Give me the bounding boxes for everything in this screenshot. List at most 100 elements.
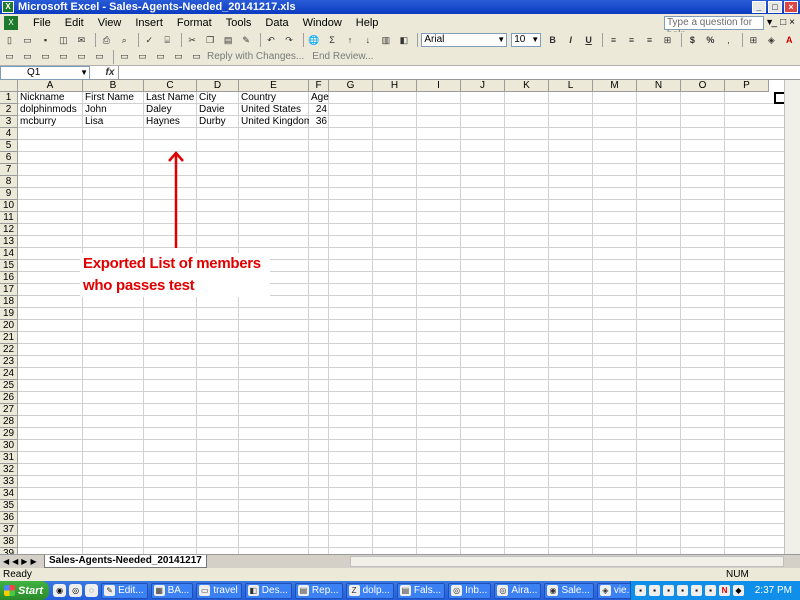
font-size-select[interactable]: 10 ▼ (511, 33, 542, 47)
review-icon[interactable]: ▭ (92, 50, 107, 64)
row-header-27[interactable]: 27 (0, 404, 18, 416)
column-header-e[interactable]: E (239, 80, 309, 92)
cell-c3[interactable]: Haynes (144, 116, 197, 128)
save-icon[interactable]: ▪ (38, 33, 53, 47)
cell-a3[interactable]: mcburry (18, 116, 83, 128)
menu-file[interactable]: File (26, 14, 58, 32)
row-header-1[interactable]: 1 (0, 92, 18, 104)
menu-data[interactable]: Data (258, 14, 295, 32)
chart-wizard-icon[interactable]: ▥ (378, 33, 393, 47)
row-header-11[interactable]: 11 (0, 212, 18, 224)
fill-color-icon[interactable]: ◈ (764, 33, 779, 47)
column-header-l[interactable]: L (549, 80, 593, 92)
row-header-18[interactable]: 18 (0, 296, 18, 308)
align-left-icon[interactable]: ≡ (606, 33, 621, 47)
sort-ascending-icon[interactable]: ↑ (342, 33, 357, 47)
review-icon[interactable]: ▭ (189, 50, 204, 64)
review-icon[interactable]: ▭ (153, 50, 168, 64)
row-header-13[interactable]: 13 (0, 236, 18, 248)
open-folder-icon[interactable]: ▭ (20, 33, 35, 47)
column-header-d[interactable]: D (197, 80, 239, 92)
comma-style-icon[interactable]: , (721, 33, 736, 47)
font-name-select[interactable]: Arial ▼ (421, 33, 508, 47)
taskbar-button[interactable]: ◎ Inb... (448, 582, 492, 599)
taskbar-button[interactable]: ◉ Sale... (544, 582, 594, 599)
taskbar-button[interactable]: ◎ Aira... (494, 582, 542, 599)
insert-function-icon[interactable]: fx (102, 67, 118, 78)
menu-window[interactable]: Window (296, 14, 349, 32)
cell-a1[interactable]: Nickname (18, 92, 83, 104)
select-all-corner[interactable] (0, 80, 18, 92)
column-header-o[interactable]: O (681, 80, 725, 92)
underline-button[interactable]: U (581, 33, 596, 47)
tray-icon[interactable]: ▪ (705, 585, 716, 596)
row-header-28[interactable]: 28 (0, 416, 18, 428)
maximize-button[interactable]: □ (768, 1, 782, 13)
row-header-25[interactable]: 25 (0, 380, 18, 392)
column-header-c[interactable]: C (144, 80, 197, 92)
close-button[interactable]: × (784, 1, 798, 13)
paste-icon[interactable]: ▤ (221, 33, 236, 47)
cell-b2[interactable]: John (83, 104, 144, 116)
sheet-navigation-arrows[interactable]: ◀◀▶▶ (0, 557, 44, 566)
taskbar-button[interactable]: ✎ Edit... (101, 582, 148, 599)
start-button[interactable]: Start (0, 581, 50, 600)
row-header-8[interactable]: 8 (0, 176, 18, 188)
column-header-j[interactable]: J (461, 80, 505, 92)
row-header-38[interactable]: 38 (0, 536, 18, 548)
horizontal-scrollbar[interactable] (350, 556, 784, 567)
cell-c1[interactable]: Last Name (144, 92, 197, 104)
minimize-button[interactable]: _ (752, 1, 766, 13)
copy-icon[interactable]: ❐ (203, 33, 218, 47)
column-header-k[interactable]: K (505, 80, 549, 92)
permission-icon[interactable]: ◫ (56, 33, 71, 47)
cell-f2[interactable]: 24 (309, 104, 329, 116)
review-icon[interactable]: ▭ (171, 50, 186, 64)
tray-icon[interactable]: ▪ (649, 585, 660, 596)
document-icon[interactable]: X (4, 16, 18, 30)
row-header-26[interactable]: 26 (0, 392, 18, 404)
taskbar-button[interactable]: ▭ travel (196, 582, 242, 599)
row-header-3[interactable]: 3 (0, 116, 18, 128)
row-header-12[interactable]: 12 (0, 224, 18, 236)
menu-edit[interactable]: Edit (58, 14, 91, 32)
formula-input[interactable] (118, 65, 800, 80)
sheet-tab[interactable]: Sales-Agents-Needed_20141217 (44, 555, 207, 568)
review-icon[interactable]: ▭ (117, 50, 132, 64)
cell-f1[interactable]: Age (309, 92, 329, 104)
messenger-icon[interactable]: ◌ (85, 584, 99, 597)
taskbar-button[interactable]: ◧ Des... (244, 582, 292, 599)
review-icon[interactable]: ▭ (135, 50, 150, 64)
column-header-a[interactable]: A (18, 80, 83, 92)
row-header-17[interactable]: 17 (0, 284, 18, 296)
cell-d2[interactable]: Davie (197, 104, 239, 116)
review-icon[interactable]: ▭ (74, 50, 89, 64)
column-header-p[interactable]: P (725, 80, 769, 92)
tray-icon[interactable]: ▪ (663, 585, 674, 596)
row-header-2[interactable]: 2 (0, 104, 18, 116)
cell-e1[interactable]: Country (239, 92, 309, 104)
worksheet-grid[interactable]: A B C D E F G H I J K L M N O P 1 2 3 4 5 6 7 8 9 10 11 12 13 14 15 16 1… (0, 80, 800, 554)
row-header-32[interactable]: 32 (0, 464, 18, 476)
vertical-scrollbar[interactable] (784, 80, 800, 554)
row-header-14[interactable]: 14 (0, 248, 18, 260)
taskbar-button[interactable]: ▤ Rep... (294, 582, 343, 599)
taskbar-button[interactable]: ▤ Fals... (396, 582, 446, 599)
align-right-icon[interactable]: ≡ (642, 33, 657, 47)
row-header-6[interactable]: 6 (0, 152, 18, 164)
row-header-30[interactable]: 30 (0, 440, 18, 452)
document-window-controls[interactable]: _□× (772, 17, 798, 28)
new-document-icon[interactable]: ▯ (2, 33, 17, 47)
research-icon[interactable]: ⌸ (160, 33, 175, 47)
row-header-31[interactable]: 31 (0, 452, 18, 464)
cell-d3[interactable]: Durby (197, 116, 239, 128)
hyperlink-icon[interactable]: 🌐 (307, 33, 322, 47)
reply-with-changes-button[interactable]: Reply with Changes... (207, 51, 304, 62)
font-color-icon[interactable]: A (782, 33, 797, 47)
row-header-29[interactable]: 29 (0, 428, 18, 440)
row-header-36[interactable]: 36 (0, 512, 18, 524)
cell-c2[interactable]: Daley (144, 104, 197, 116)
row-header-21[interactable]: 21 (0, 332, 18, 344)
row-header-23[interactable]: 23 (0, 356, 18, 368)
row-header-4[interactable]: 4 (0, 128, 18, 140)
